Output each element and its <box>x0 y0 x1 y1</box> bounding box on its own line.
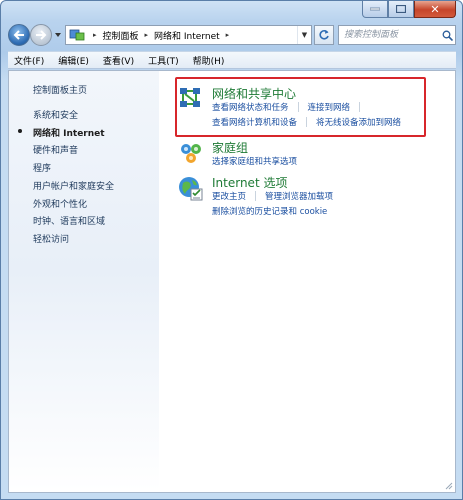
refresh-icon <box>319 30 329 40</box>
minimize-icon <box>370 7 380 11</box>
internet-links-row-2: 删除浏览的历史记录和 cookie <box>212 205 327 217</box>
content-area: 控制面板主页 系统和安全 网络和 Internet 硬件和声音 程序 用户帐户和… <box>8 70 456 493</box>
internet-links-row-1: 更改主页 管理浏览器加载项 <box>212 190 333 202</box>
forward-button[interactable] <box>30 24 52 46</box>
sidebar-item-control-panel-home[interactable]: 控制面板主页 <box>33 83 87 96</box>
breadcrumb-chevron-icon[interactable]: ▸ <box>145 31 149 39</box>
sidebar-item-programs[interactable]: 程序 <box>33 161 51 174</box>
view-network-computers-link[interactable]: 查看网络计算机和设备 <box>212 116 297 128</box>
category-network-sharing: 网络和共享中心 查看网络状态和任务 连接到网络 查看网络计算机和设备 将无线设备… <box>177 85 437 135</box>
menu-edit[interactable]: 编辑(E) <box>58 54 89 67</box>
homegroup-title[interactable]: 家庭组 <box>212 139 248 156</box>
search-icon[interactable] <box>440 30 455 41</box>
homegroup-links-row: 选择家庭组和共享选项 <box>212 155 297 167</box>
link-divider <box>297 102 299 112</box>
sidebar-item-network-internet: 网络和 Internet <box>33 129 105 139</box>
caption-buttons: ✕ <box>362 1 456 19</box>
main-panel: 网络和共享中心 查看网络状态和任务 连接到网络 查看网络计算机和设备 将无线设备… <box>159 71 455 492</box>
recent-pages-dropdown-icon[interactable] <box>54 31 62 39</box>
network-sharing-center-icon[interactable] <box>177 85 205 113</box>
refresh-button[interactable] <box>314 25 334 45</box>
internet-options-title[interactable]: Internet 选项 <box>212 174 287 191</box>
sidebar-item-system-security[interactable]: 系统和安全 <box>33 108 78 121</box>
sidebar-item-hardware-sound[interactable]: 硬件和声音 <box>33 143 78 156</box>
menu-file[interactable]: 文件(F) <box>14 54 44 67</box>
menu-view[interactable]: 查看(V) <box>103 54 134 67</box>
maximize-icon <box>396 5 406 13</box>
change-homepage-link[interactable]: 更改主页 <box>212 190 246 202</box>
sidebar-item-clock-language[interactable]: 时钟、语言和区域 <box>33 214 105 227</box>
link-divider <box>306 117 308 127</box>
breadcrumb: ▸ 控制面板 ▸ 网络和 Internet ▸ <box>87 29 235 42</box>
address-dropdown-icon[interactable]: ▼ <box>297 26 311 44</box>
back-arrow-icon <box>13 30 24 40</box>
network-links-row-2: 查看网络计算机和设备 将无线设备添加到网络 <box>212 116 401 128</box>
link-divider <box>255 191 257 201</box>
sidebar-item-user-accounts[interactable]: 用户帐户和家庭安全 <box>33 179 114 192</box>
control-panel-icon <box>69 29 85 41</box>
internet-options-icon[interactable] <box>177 174 205 202</box>
category-homegroup: 家庭组 选择家庭组和共享选项 <box>177 139 417 169</box>
delete-browsing-history-link[interactable]: 删除浏览的历史记录和 cookie <box>212 205 327 217</box>
sidebar: 控制面板主页 系统和安全 网络和 Internet 硬件和声音 程序 用户帐户和… <box>9 71 159 492</box>
menu-bar: 文件(F) 编辑(E) 查看(V) 工具(T) 帮助(H) <box>8 51 456 69</box>
sidebar-item-ease-of-access[interactable]: 轻松访问 <box>33 232 69 245</box>
homegroup-icon[interactable] <box>177 139 205 167</box>
address-bar[interactable]: ▸ 控制面板 ▸ 网络和 Internet ▸ ▼ <box>65 25 312 45</box>
breadcrumb-chevron-icon[interactable]: ▸ <box>93 31 97 39</box>
add-wireless-device-link[interactable]: 将无线设备添加到网络 <box>316 116 401 128</box>
control-panel-window: ✕ ▸ 控制面板 ▸ 网络和 Internet ▸ ▼ 搜索控制面板 文件(F)… <box>0 0 463 500</box>
sidebar-item-network-internet-row: 网络和 Internet <box>9 126 159 139</box>
close-button[interactable]: ✕ <box>414 1 456 18</box>
search-input[interactable] <box>339 26 440 44</box>
breadcrumb-network-internet[interactable]: 网络和 Internet <box>154 29 220 42</box>
breadcrumb-chevron-icon[interactable]: ▸ <box>226 31 230 39</box>
back-button[interactable] <box>8 24 30 46</box>
network-links-row-1: 查看网络状态和任务 连接到网络 <box>212 101 369 113</box>
sidebar-item-appearance[interactable]: 外观和个性化 <box>33 197 87 210</box>
link-divider <box>359 102 361 112</box>
address-row: ▸ 控制面板 ▸ 网络和 Internet ▸ ▼ <box>8 22 456 48</box>
category-internet-options: Internet 选项 更改主页 管理浏览器加载项 删除浏览的历史记录和 coo… <box>177 174 427 220</box>
manage-addons-link[interactable]: 管理浏览器加载项 <box>265 190 333 202</box>
forward-arrow-icon <box>36 30 47 40</box>
resize-grip-icon[interactable] <box>443 480 453 490</box>
maximize-button[interactable] <box>388 1 414 18</box>
homegroup-sharing-options-link[interactable]: 选择家庭组和共享选项 <box>212 155 297 167</box>
close-icon: ✕ <box>430 2 440 16</box>
current-item-bullet <box>18 129 22 133</box>
menu-help[interactable]: 帮助(H) <box>193 54 225 67</box>
connect-to-network-link[interactable]: 连接到网络 <box>308 101 351 113</box>
menu-tools[interactable]: 工具(T) <box>148 54 179 67</box>
network-sharing-center-title[interactable]: 网络和共享中心 <box>212 85 296 102</box>
minimize-button[interactable] <box>362 1 388 18</box>
search-box <box>338 25 456 45</box>
view-network-status-link[interactable]: 查看网络状态和任务 <box>212 101 289 113</box>
breadcrumb-control-panel[interactable]: 控制面板 <box>103 29 139 42</box>
